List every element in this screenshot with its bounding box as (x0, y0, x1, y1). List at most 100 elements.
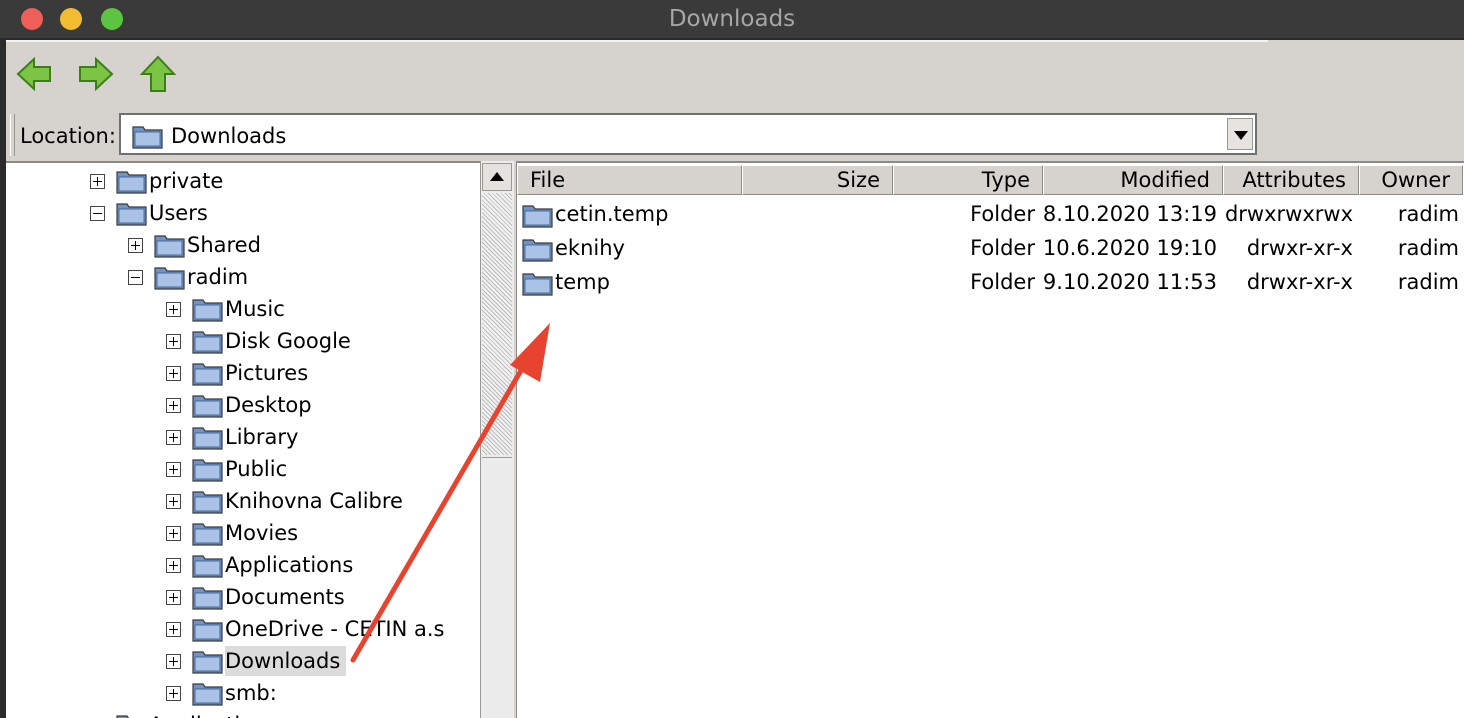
tree-item[interactable]: radim (128, 261, 254, 293)
expand-plus-icon[interactable] (166, 493, 181, 509)
window-title: Downloads (668, 6, 796, 32)
file-name: cetin.temp (555, 202, 669, 226)
tree-item-label: Movies (225, 521, 299, 545)
title-bar: Downloads (0, 0, 1464, 38)
folder-icon (191, 327, 225, 355)
file-owner: radim (1397, 236, 1459, 260)
tree-item-label: Downloads (225, 646, 347, 676)
folder-icon (191, 423, 225, 451)
column-header-owner[interactable]: Owner (1359, 165, 1463, 195)
back-arrow-icon[interactable] (14, 54, 54, 94)
tree-item-label: Shared (187, 233, 261, 257)
table-row[interactable]: eknihy Folder 10.6.2020 19:10 drwxr-xr-x rad… (517, 233, 1463, 265)
tree-item[interactable]: smb: (166, 677, 283, 709)
file-type: Folder (970, 270, 1035, 294)
tree-item[interactable]: Applications (90, 709, 283, 718)
forward-arrow-icon[interactable] (76, 54, 116, 94)
expand-plus-icon[interactable] (166, 365, 181, 381)
up-arrow-icon[interactable] (138, 54, 178, 94)
tree-item[interactable]: Desktop (166, 389, 318, 421)
table-row[interactable]: cetin.temp Folder 8.10.2020 13:19 drwxrwxrw… (517, 199, 1463, 231)
file-modified: 10.6.2020 19:10 (1042, 236, 1217, 260)
tree-item[interactable]: Users (90, 197, 214, 229)
tree-item[interactable]: Public (166, 453, 293, 485)
folder-icon (521, 201, 555, 229)
expand-plus-icon[interactable] (166, 589, 181, 605)
folder-icon (191, 487, 225, 515)
folder-icon (191, 359, 225, 387)
tree-item-label: Public (225, 457, 288, 481)
tree-item[interactable]: Library (166, 421, 304, 453)
tree-item-label: Pictures (225, 361, 309, 385)
folder-icon (191, 679, 225, 707)
file-owner: radim (1397, 202, 1459, 226)
file-attributes: drwxrwxrwx (1224, 202, 1353, 226)
folder-icon (153, 231, 187, 259)
tree-vertical-scrollbar[interactable] (480, 161, 514, 718)
tree-item[interactable]: Disk Google (166, 325, 357, 357)
tree-item[interactable]: Downloads (166, 645, 347, 677)
tree-item[interactable]: Pictures (166, 357, 314, 389)
expand-plus-icon[interactable] (166, 461, 181, 477)
tree-item[interactable]: Documents (166, 581, 351, 613)
tree-item-label: Library (225, 425, 299, 449)
file-type: Folder (970, 202, 1035, 226)
file-name: eknihy (555, 236, 625, 260)
folder-icon (115, 711, 149, 718)
file-list[interactable]: File Size Type Modified Attributes Owner cetin… (516, 161, 1464, 718)
dropdown-arrow-button[interactable] (1227, 118, 1253, 150)
folder-icon (191, 615, 225, 643)
collapse-minus-icon[interactable] (90, 205, 105, 221)
tree-item[interactable]: OneDrive - CETIN a.s (166, 613, 451, 645)
expand-plus-icon[interactable] (166, 429, 181, 445)
tree-item-label: Music (225, 297, 285, 321)
folder-icon (521, 235, 555, 263)
expand-plus-icon[interactable] (166, 557, 181, 573)
tree-item[interactable]: Applications (166, 549, 359, 581)
file-dialog-window: Location: Downloads private Users Shared ra… (6, 40, 1464, 718)
tree-item[interactable]: Shared (128, 229, 267, 261)
folder-icon (191, 295, 225, 323)
scrollbar-thumb[interactable] (482, 457, 512, 718)
file-owner: radim (1397, 270, 1459, 294)
folder-icon (191, 583, 225, 611)
tree-item-label: OneDrive - CETIN a.s (225, 617, 445, 641)
expand-plus-icon[interactable] (128, 237, 143, 253)
tree-item[interactable]: private (90, 165, 229, 197)
scrollbar-track[interactable] (482, 193, 512, 455)
collapse-minus-icon[interactable] (128, 269, 143, 285)
column-header-type[interactable]: Type (893, 165, 1043, 195)
location-value: Downloads (171, 124, 287, 148)
column-header-file[interactable]: File (517, 165, 742, 195)
folder-icon (521, 269, 555, 297)
column-header-attributes[interactable]: Attributes (1223, 165, 1359, 195)
folder-tree[interactable]: private Users Shared radim Music Disk Google P… (6, 161, 480, 718)
expand-plus-icon[interactable] (166, 397, 181, 413)
location-label: Location: (20, 124, 116, 148)
folder-icon (191, 391, 225, 419)
expand-plus-icon[interactable] (166, 621, 181, 637)
tree-item[interactable]: Knihovna Calibre (166, 485, 409, 517)
expand-plus-icon[interactable] (90, 173, 105, 189)
folder-icon (115, 199, 149, 227)
column-header-size[interactable]: Size (742, 165, 893, 195)
table-row[interactable]: temp Folder 9.10.2020 11:53 drwxr-xr-x radim (517, 267, 1463, 299)
expand-plus-icon[interactable] (166, 333, 181, 349)
column-header-modified[interactable]: Modified (1043, 165, 1223, 195)
expand-plus-icon[interactable] (166, 525, 181, 541)
tree-item[interactable]: Movies (166, 517, 304, 549)
file-modified: 9.10.2020 11:53 (1042, 270, 1217, 294)
scroll-up-button[interactable] (482, 163, 512, 191)
file-attributes: drwxr-xr-x (1246, 270, 1353, 294)
expand-plus-icon[interactable] (166, 685, 181, 701)
tree-item-label: private (149, 169, 224, 193)
tree-item-label: Disk Google (225, 329, 351, 353)
tree-item[interactable]: Music (166, 293, 291, 325)
expand-plus-icon[interactable] (166, 301, 181, 317)
file-type: Folder (970, 236, 1035, 260)
location-combobox[interactable]: Downloads (119, 113, 1257, 155)
expand-plus-icon[interactable] (166, 653, 181, 669)
toolbar-handle[interactable] (10, 114, 15, 156)
tree-item-label: Applications (225, 553, 354, 577)
file-attributes: drwxr-xr-x (1246, 236, 1353, 260)
